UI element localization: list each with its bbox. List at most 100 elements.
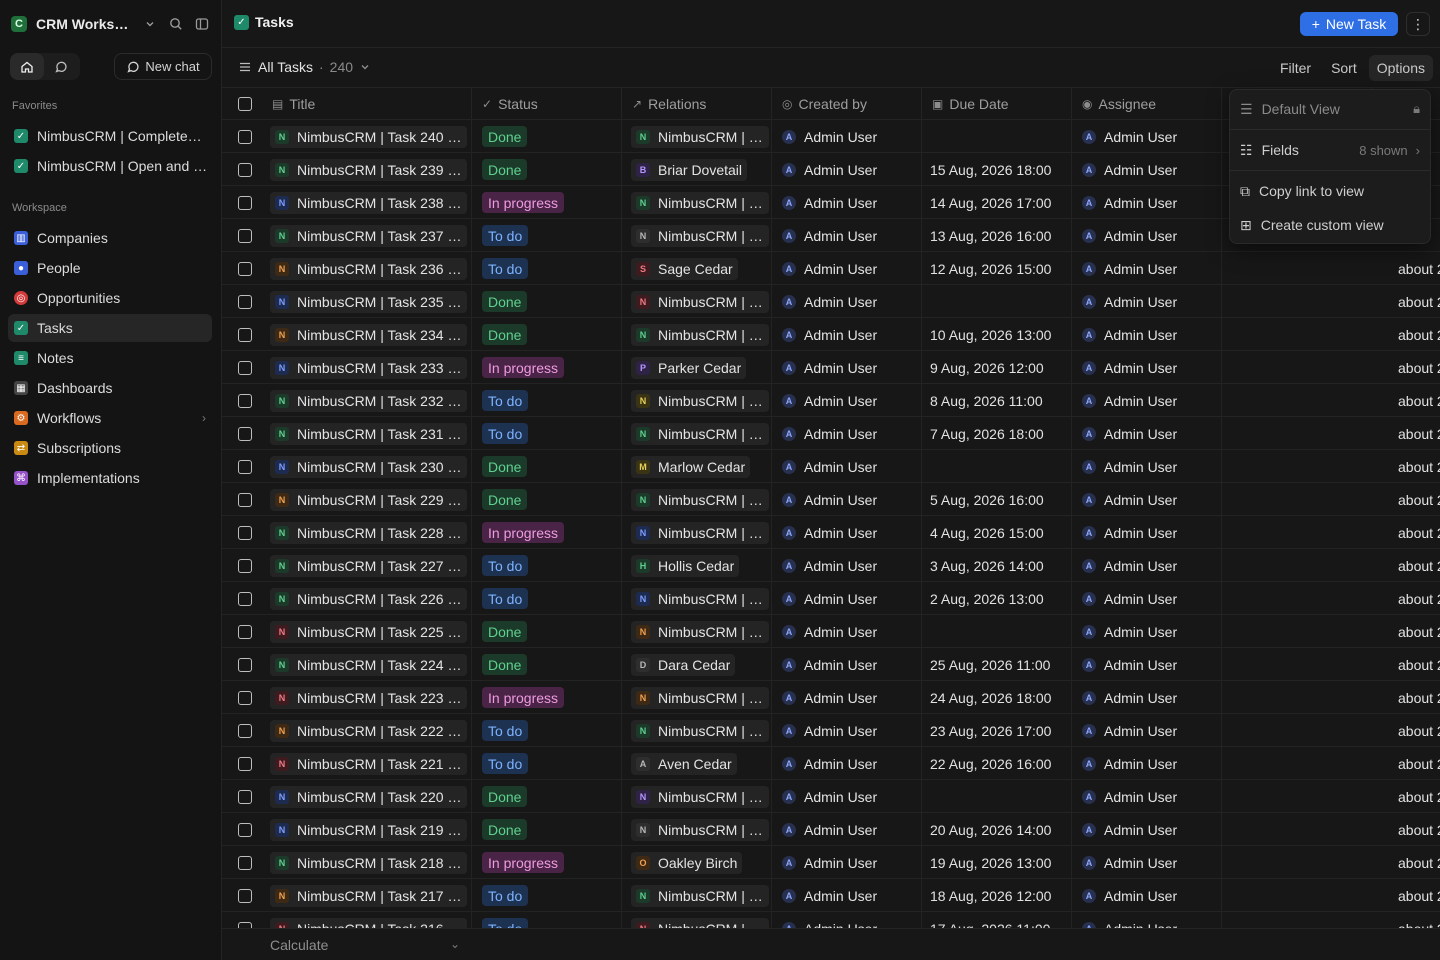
chevron-down-icon[interactable]: ⌄ — [450, 937, 460, 951]
due-date-cell[interactable]: 10 Aug, 2026 13:00 — [922, 318, 1072, 351]
assignee-cell[interactable]: AAdmin User — [1072, 912, 1222, 928]
extra-cell[interactable] — [1222, 714, 1372, 747]
row-checkbox[interactable] — [238, 822, 252, 837]
due-date-cell[interactable]: 13 Aug, 2026 16:00 — [922, 219, 1072, 252]
status-cell[interactable]: In progress — [472, 351, 622, 384]
created-by-cell[interactable]: A Admin User — [772, 582, 922, 615]
relations-cell[interactable]: N NimbusCRM | Co... — [622, 417, 772, 450]
sidebar-item-implementations[interactable]: ⌘ Implementations — [8, 464, 212, 492]
new-chat-button[interactable]: New chat — [114, 53, 212, 80]
relation-chip[interactable]: N NimbusCRM | Co... — [631, 620, 769, 643]
title-cell[interactable]: N NimbusCRM | Task 237 | Dr... — [262, 219, 472, 252]
status-cell[interactable]: To do — [472, 582, 622, 615]
row-checkbox[interactable] — [238, 162, 252, 177]
last-updated-cell[interactable]: about 2 ho — [1372, 285, 1440, 318]
created-by-cell[interactable]: A Admin User — [772, 549, 922, 582]
created-by-cell[interactable]: A Admin User — [772, 384, 922, 417]
extra-cell[interactable] — [1222, 912, 1372, 928]
last-updated-cell[interactable]: about 2 ho — [1372, 450, 1440, 483]
extra-cell[interactable] — [1222, 582, 1372, 615]
status-cell[interactable]: To do — [472, 219, 622, 252]
default-view-item[interactable]: ☰ Default View 🔒︎ — [1230, 92, 1430, 126]
assignee-cell[interactable]: AAdmin User — [1072, 846, 1222, 879]
task-chip[interactable]: N NimbusCRM | Task 228 | C... — [270, 521, 467, 544]
created-by-cell[interactable]: A Admin User — [772, 351, 922, 384]
table-row[interactable]: N NimbusCRM | Task 219 | Up... Done N Ni… — [222, 813, 1440, 846]
due-date-cell[interactable]: 9 Aug, 2026 12:00 — [922, 351, 1072, 384]
calculate-button[interactable]: Calculate — [270, 937, 328, 953]
status-cell[interactable]: Done — [472, 450, 622, 483]
sidebar-item-dashboards[interactable]: ▦ Dashboards — [8, 374, 212, 402]
due-date-cell[interactable]: 12 Aug, 2026 15:00 — [922, 252, 1072, 285]
due-date-cell[interactable]: 14 Aug, 2026 17:00 — [922, 186, 1072, 219]
table-row[interactable]: N NimbusCRM | Task 216 | Val... To do N … — [222, 912, 1440, 928]
status-cell[interactable]: In progress — [472, 846, 622, 879]
title-cell[interactable]: N NimbusCRM | Task 222 | Pr... — [262, 714, 472, 747]
task-chip[interactable]: N NimbusCRM | Task 218 | Co... — [270, 851, 467, 874]
last-updated-cell[interactable]: about 2 ho — [1372, 681, 1440, 714]
extra-cell[interactable] — [1222, 615, 1372, 648]
task-chip[interactable]: N NimbusCRM | Task 224 | C... — [270, 653, 467, 676]
relations-cell[interactable]: D Dara Cedar — [622, 648, 772, 681]
status-cell[interactable]: To do — [472, 549, 622, 582]
row-checkbox[interactable] — [238, 888, 252, 903]
table-row[interactable]: N NimbusCRM | Task 220 | Sh... Done N Ni… — [222, 780, 1440, 813]
table-row[interactable]: N NimbusCRM | Task 223 | Re... In progre… — [222, 681, 1440, 714]
title-cell[interactable]: N NimbusCRM | Task 238 | C... — [262, 186, 472, 219]
table-row[interactable]: N NimbusCRM | Task 224 | C... Done D Dar… — [222, 648, 1440, 681]
created-by-cell[interactable]: A Admin User — [772, 879, 922, 912]
status-cell[interactable]: Done — [472, 780, 622, 813]
created-by-cell[interactable]: A Admin User — [772, 153, 922, 186]
last-updated-cell[interactable]: about 2 ho — [1372, 813, 1440, 846]
task-chip[interactable]: N NimbusCRM | Task 231 | Dis... — [270, 422, 467, 445]
relation-chip[interactable]: B Briar Dovetail — [631, 158, 748, 181]
last-updated-cell[interactable]: about 2 ho — [1372, 516, 1440, 549]
title-cell[interactable]: N NimbusCRM | Task 216 | Val... — [262, 912, 472, 928]
relation-chip[interactable]: N NimbusCRM | Co... — [631, 818, 769, 841]
title-cell[interactable]: N NimbusCRM | Task 227 | Dr... — [262, 549, 472, 582]
relations-cell[interactable]: M Marlow Cedar — [622, 450, 772, 483]
last-updated-cell[interactable]: about 2 ho — [1372, 912, 1440, 929]
task-chip[interactable]: N NimbusCRM | Task 225 | Sc... — [270, 620, 467, 643]
relation-chip[interactable]: N NimbusCRM | Op... — [631, 686, 769, 709]
extra-cell[interactable] — [1222, 318, 1372, 351]
status-cell[interactable]: To do — [472, 879, 622, 912]
table-row[interactable]: N NimbusCRM | Task 235 | Sc... Done N Ni… — [222, 285, 1440, 318]
row-checkbox[interactable] — [238, 756, 252, 771]
extra-cell[interactable] — [1222, 483, 1372, 516]
extra-cell[interactable] — [1222, 549, 1372, 582]
assignee-cell[interactable]: AAdmin User — [1072, 681, 1222, 714]
task-chip[interactable]: N NimbusCRM | Task 223 | Re... — [270, 686, 467, 709]
table-row[interactable]: N NimbusCRM | Task 233 | Re... In progre… — [222, 351, 1440, 384]
table-row[interactable]: N NimbusCRM | Task 217 | Dr... To do N N… — [222, 879, 1440, 912]
due-date-cell[interactable]: 3 Aug, 2026 14:00 — [922, 549, 1072, 582]
new-task-button[interactable]: + New Task — [1300, 12, 1398, 36]
due-date-cell[interactable]: 25 Aug, 2026 11:00 — [922, 648, 1072, 681]
created-by-cell[interactable]: A Admin User — [772, 780, 922, 813]
table-row[interactable]: N NimbusCRM | Task 232 | Pr... To do N N… — [222, 384, 1440, 417]
favorite-completed-tasks[interactable]: ✓ NimbusCRM | Completed Tasks — [8, 122, 212, 150]
relations-cell[interactable]: P Parker Cedar — [622, 351, 772, 384]
title-cell[interactable]: N NimbusCRM | Task 218 | Co... — [262, 846, 472, 879]
status-cell[interactable]: Done — [472, 318, 622, 351]
relation-chip[interactable]: N NimbusCRM | Co... — [631, 719, 769, 742]
created-by-cell[interactable]: A Admin User — [772, 681, 922, 714]
column-due-date[interactable]: ▣ Due Date — [922, 88, 1072, 120]
relations-cell[interactable]: N NimbusCRM | Op... — [622, 186, 772, 219]
last-updated-cell[interactable]: about 2 ho — [1372, 648, 1440, 681]
last-updated-cell[interactable]: about 2 ho — [1372, 747, 1440, 780]
relations-cell[interactable]: N NimbusCRM | Co... — [622, 120, 772, 153]
last-updated-cell[interactable]: about 2 ho — [1372, 351, 1440, 384]
assignee-cell[interactable]: AAdmin User — [1072, 615, 1222, 648]
status-cell[interactable]: To do — [472, 912, 622, 928]
title-cell[interactable]: N NimbusCRM | Task 229 | U... — [262, 483, 472, 516]
status-cell[interactable]: In progress — [472, 516, 622, 549]
extra-cell[interactable] — [1222, 648, 1372, 681]
last-updated-cell[interactable]: about 2 ho — [1372, 846, 1440, 879]
assignee-cell[interactable]: AAdmin User — [1072, 549, 1222, 582]
due-date-cell[interactable] — [922, 615, 1072, 648]
relation-chip[interactable]: N NimbusCRM | Op... — [631, 488, 769, 511]
last-updated-cell[interactable]: about 2 ho — [1372, 780, 1440, 813]
last-updated-cell[interactable]: about 2 ho — [1372, 384, 1440, 417]
assignee-cell[interactable]: AAdmin User — [1072, 483, 1222, 516]
